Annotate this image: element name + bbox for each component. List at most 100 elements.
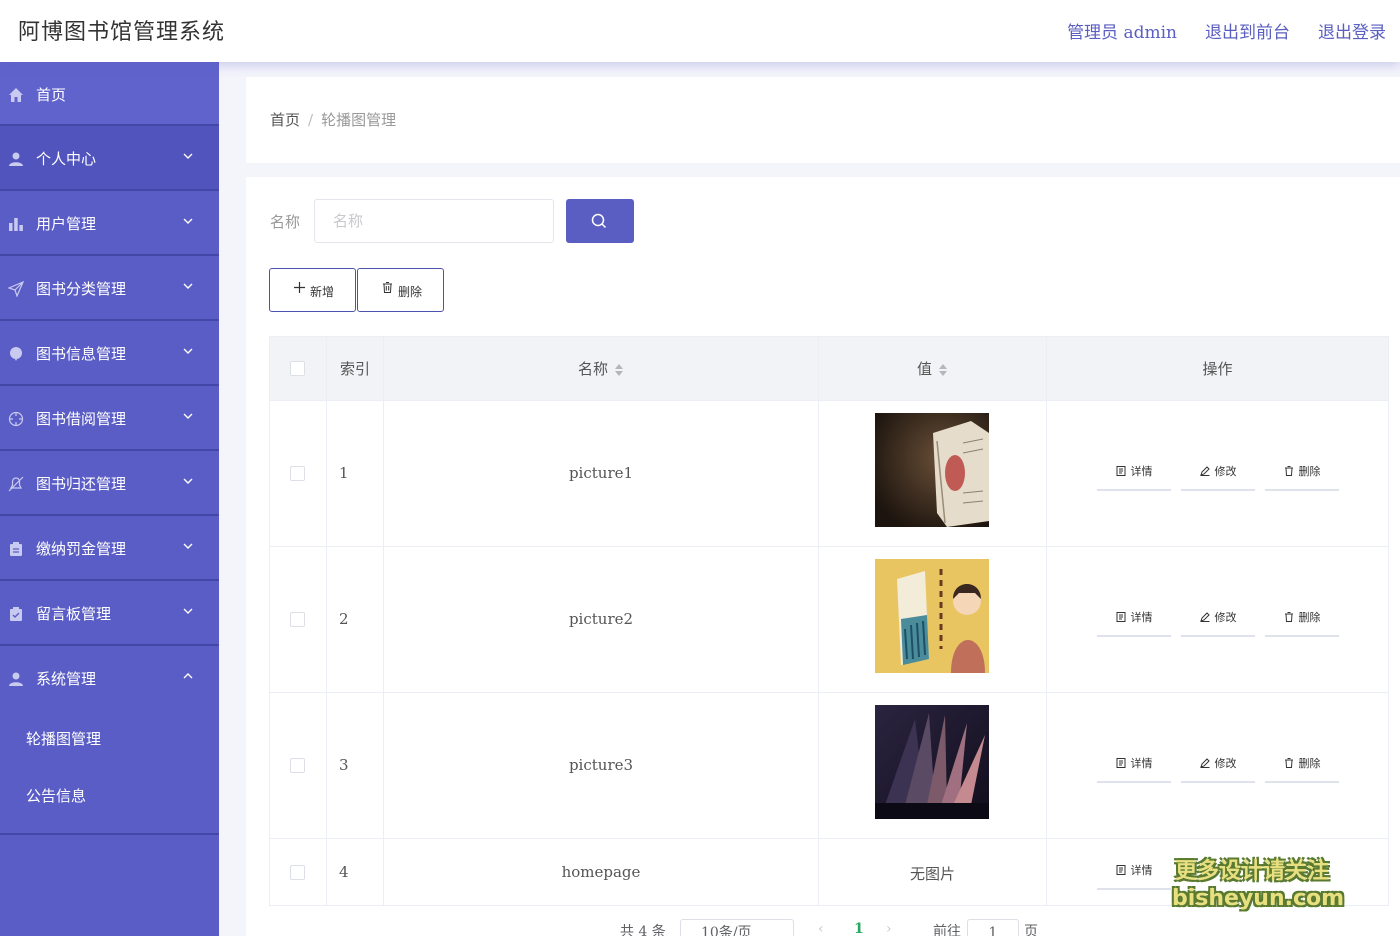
search-label: 名称 (270, 213, 301, 231)
detail-label: 详情 (1130, 465, 1153, 478)
sidebar-item-book-info[interactable]: 图书信息管理 (0, 321, 219, 386)
detail-button[interactable]: 详情 (1097, 749, 1171, 783)
header-ops-cell: 操作 (1047, 337, 1388, 400)
row-delete-button[interactable]: 删除 (1265, 603, 1339, 637)
plus-icon (294, 282, 305, 293)
edit-button[interactable]: 修改 (1181, 603, 1255, 637)
sidebar-item-book-category[interactable]: 图书分类管理 (0, 256, 219, 321)
chevron-down-icon (183, 218, 193, 224)
sidebar-item-fines[interactable]: 缴纳罚金管理 (0, 516, 219, 581)
sidebar-item-label: 首页 (36, 86, 67, 104)
search-input[interactable] (314, 199, 554, 243)
chevron-down-icon (183, 283, 193, 289)
document-icon (1116, 865, 1125, 875)
row-checkbox[interactable] (290, 612, 305, 627)
add-button[interactable]: 新增 (269, 268, 356, 312)
submenu-item-carousel[interactable]: 轮播图管理 (0, 711, 219, 768)
row-checkbox[interactable] (290, 758, 305, 773)
watermark-line2: bisheyun.com (1172, 886, 1345, 911)
sidebar-item-book-return[interactable]: 图书归还管理 (0, 451, 219, 516)
detail-label: 详情 (1130, 864, 1153, 877)
clipboard-check-icon (10, 607, 22, 621)
sort-icon[interactable] (614, 363, 624, 377)
thumbnail-image[interactable] (875, 413, 989, 527)
breadcrumb-home[interactable]: 首页 (270, 111, 300, 129)
prev-page-icon[interactable]: ‹ (818, 921, 824, 936)
chevron-down-icon (183, 608, 193, 614)
header-value-wrap: 值 (819, 358, 1046, 379)
header-name-cell[interactable]: 名称 (384, 337, 819, 400)
breadcrumb: 首页 / 轮播图管理 (270, 109, 396, 130)
goto-label: 前往 (933, 924, 961, 936)
select-all-checkbox[interactable] (290, 361, 305, 376)
row-value-cell (819, 547, 1047, 692)
home-icon (9, 88, 23, 102)
breadcrumb-separator: / (308, 111, 314, 129)
top-header: 阿博图书馆管理系统 管理员 admin 退出到前台 退出登录 (0, 0, 1400, 62)
sidebar-item-profile[interactable]: 个人中心 (0, 126, 219, 191)
page-jump-input[interactable]: 1 (967, 919, 1019, 936)
row-delete-button[interactable]: 删除 (1265, 749, 1339, 783)
clipboard-icon (10, 542, 22, 556)
row-name-cell: picture1 (384, 401, 819, 546)
sidebar-item-users[interactable]: 用户管理 (0, 191, 219, 256)
header-value: 值 (916, 360, 932, 378)
row-delete-button[interactable]: 删除 (1265, 457, 1339, 491)
add-button-label: 新增 (310, 285, 335, 299)
row-name: picture2 (568, 610, 634, 628)
row-check-cell (270, 547, 327, 692)
sidebar-item-message-board[interactable]: 留言板管理 (0, 581, 219, 646)
row-check-cell (270, 839, 327, 905)
row-ops-cell: 详情 修改 删除 (1047, 547, 1388, 692)
row-index: 3 (339, 756, 349, 774)
logout-link[interactable]: 退出登录 (1318, 18, 1386, 43)
delete-button-label: 删除 (398, 285, 423, 299)
submenu-item-announcement[interactable]: 公告信息 (0, 768, 219, 825)
row-name: picture3 (568, 756, 634, 774)
delete-button[interactable]: 删除 (357, 268, 444, 312)
header-value-cell[interactable]: 值 (819, 337, 1047, 400)
trash-icon (1284, 466, 1293, 476)
sidebar-item-book-borrow[interactable]: 图书借阅管理 (0, 386, 219, 451)
exit-to-frontend-link[interactable]: 退出到前台 (1205, 18, 1290, 43)
thumbnail-image[interactable] (875, 705, 989, 819)
detail-button[interactable]: 详情 (1097, 457, 1171, 491)
header-index: 索引 (339, 360, 370, 378)
next-page-icon[interactable]: › (886, 921, 892, 936)
sidebar-item-system[interactable]: 系统管理 (0, 646, 219, 711)
edit-button[interactable]: 修改 (1181, 749, 1255, 783)
page-size-select[interactable]: 10条/页 (680, 919, 794, 936)
sort-icon[interactable] (938, 363, 948, 377)
thumbnail-image[interactable] (875, 559, 989, 673)
sidebar-item-home[interactable]: 首页 (0, 62, 219, 126)
page-size-value: 10条/页 (701, 925, 752, 936)
admin-user-link[interactable]: 管理员 admin (1067, 18, 1177, 43)
detail-button[interactable]: 详情 (1097, 603, 1171, 637)
row-index: 2 (339, 610, 349, 628)
pagination: 共 4 条 10条/页 ‹ 1 › 前往 1 页 (246, 919, 1400, 936)
detail-button[interactable]: 详情 (1097, 856, 1171, 890)
row-index: 4 (339, 863, 349, 881)
system-submenu: 轮播图管理 公告信息 (0, 711, 219, 835)
row-name-cell: picture2 (384, 547, 819, 692)
sidebar-item-label: 用户管理 (36, 215, 97, 233)
row-name-cell: homepage (384, 839, 819, 905)
page-number-current[interactable]: 1 (854, 921, 864, 936)
edit-icon (1199, 758, 1210, 768)
carousel-table: 索引 名称 值 操作 1 picture1 详情 修改 删除 2 picture… (269, 336, 1389, 906)
edit-label: 修改 (1214, 611, 1237, 624)
trash-icon (1284, 612, 1293, 622)
sidebar-item-label: 图书分类管理 (36, 280, 127, 298)
sidebar-item-label: 个人中心 (36, 150, 97, 168)
row-delete-label: 删除 (1298, 757, 1321, 770)
trash-icon (1284, 758, 1293, 768)
detail-label: 详情 (1130, 611, 1153, 624)
header-name-wrap: 名称 (384, 358, 818, 379)
row-checkbox[interactable] (290, 865, 305, 880)
row-checkbox[interactable] (290, 466, 305, 481)
search-button[interactable] (566, 199, 634, 243)
table-row: 2 picture2 详情 修改 删除 (270, 547, 1388, 693)
edit-button[interactable]: 修改 (1181, 457, 1255, 491)
main-card: 名称 新增 删除 索引 名称 值 操作 1 picture1 (246, 177, 1400, 936)
balloon-icon (10, 347, 22, 361)
